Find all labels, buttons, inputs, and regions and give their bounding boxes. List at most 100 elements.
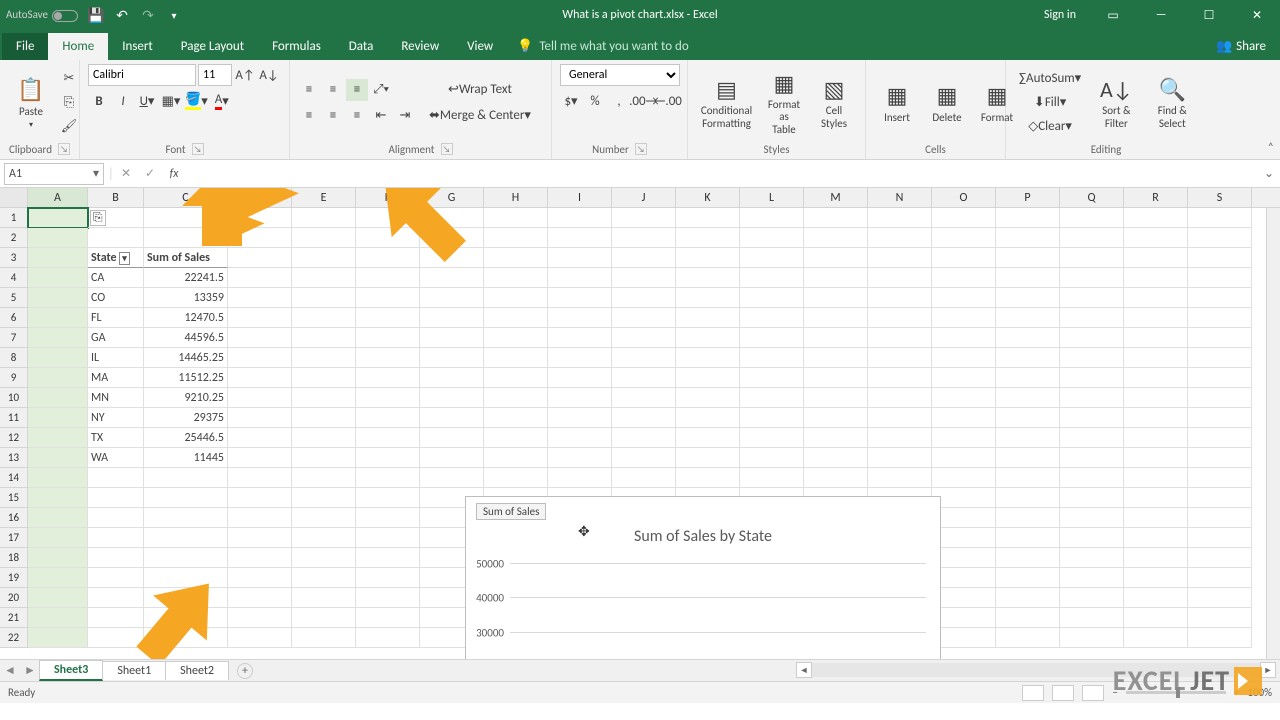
cell[interactable]: 29375 — [144, 408, 228, 428]
cell[interactable] — [740, 288, 804, 308]
cell[interactable] — [932, 488, 996, 508]
vertical-scrollbar[interactable] — [1266, 208, 1280, 659]
font-size-input[interactable] — [198, 64, 232, 86]
number-format-select[interactable]: General — [560, 64, 680, 86]
cell[interactable] — [420, 328, 484, 348]
cell[interactable] — [676, 328, 740, 348]
cell[interactable] — [484, 348, 548, 368]
cell[interactable] — [292, 408, 356, 428]
sheet-tab-sheet1[interactable]: Sheet1 — [102, 661, 166, 680]
cell[interactable] — [932, 628, 996, 648]
cell[interactable] — [88, 508, 144, 528]
cell[interactable] — [28, 508, 88, 528]
fill-button[interactable]: ⬇ Fill ▾ — [1014, 92, 1086, 114]
tab-formulas[interactable]: Formulas — [258, 33, 335, 60]
cell[interactable]: MN — [88, 388, 144, 408]
cell[interactable] — [740, 368, 804, 388]
cell[interactable] — [144, 608, 228, 628]
cell[interactable]: 11445 — [144, 448, 228, 468]
cell[interactable] — [1124, 228, 1188, 248]
copy-icon[interactable]: ⎘ — [58, 92, 80, 114]
cell[interactable] — [228, 348, 292, 368]
cell[interactable] — [228, 388, 292, 408]
expand-formula-bar-icon[interactable]: ⌄ — [1258, 166, 1280, 181]
align-center-icon[interactable]: ≡ — [322, 105, 344, 127]
cell[interactable] — [1124, 488, 1188, 508]
cell[interactable] — [676, 268, 740, 288]
cell[interactable] — [804, 288, 868, 308]
minimize-icon[interactable]: — — [1138, 0, 1184, 30]
cell[interactable] — [144, 628, 228, 648]
tab-insert[interactable]: Insert — [108, 33, 167, 60]
cell[interactable] — [1060, 248, 1124, 268]
cell[interactable] — [676, 228, 740, 248]
cell[interactable] — [228, 268, 292, 288]
cell[interactable] — [804, 208, 868, 228]
increase-decimal-icon[interactable]: .00→ — [632, 90, 655, 112]
format-as-table-button[interactable]: ▦Format as Table — [761, 67, 807, 137]
cell[interactable] — [676, 208, 740, 228]
cell[interactable] — [676, 468, 740, 488]
ribbon-options-icon[interactable]: ▭ — [1090, 0, 1136, 30]
cell[interactable] — [868, 368, 932, 388]
cell[interactable] — [740, 388, 804, 408]
cell[interactable]: TX — [88, 428, 144, 448]
cell[interactable] — [1124, 328, 1188, 348]
cell[interactable] — [1060, 428, 1124, 448]
cell[interactable] — [932, 288, 996, 308]
cell[interactable] — [1124, 348, 1188, 368]
cell[interactable] — [1124, 628, 1188, 648]
cell[interactable] — [1060, 468, 1124, 488]
align-bottom-icon[interactable]: ≡ — [346, 79, 368, 101]
cell[interactable] — [356, 468, 420, 488]
delete-cells-button[interactable]: ▦Delete — [924, 79, 970, 126]
cell[interactable] — [1060, 408, 1124, 428]
cell[interactable] — [612, 448, 676, 468]
cell[interactable] — [548, 268, 612, 288]
cell[interactable] — [292, 368, 356, 388]
maximize-icon[interactable]: ☐ — [1186, 0, 1232, 30]
cell[interactable] — [88, 548, 144, 568]
cell[interactable] — [740, 328, 804, 348]
cell[interactable] — [228, 248, 292, 268]
cell[interactable] — [932, 448, 996, 468]
cell[interactable] — [1188, 448, 1252, 468]
cell[interactable] — [804, 328, 868, 348]
cell[interactable] — [356, 448, 420, 468]
fx-icon[interactable]: fx — [162, 167, 186, 181]
col-header-G[interactable]: G — [420, 188, 484, 207]
page-break-view-icon[interactable] — [1082, 685, 1104, 701]
cell[interactable] — [1060, 508, 1124, 528]
new-sheet-button[interactable]: + — [237, 663, 253, 679]
cell[interactable] — [676, 428, 740, 448]
cell[interactable] — [228, 408, 292, 428]
col-header-M[interactable]: M — [804, 188, 868, 207]
cell[interactable] — [868, 248, 932, 268]
cell[interactable] — [292, 568, 356, 588]
cell[interactable] — [28, 408, 88, 428]
cell[interactable] — [292, 288, 356, 308]
cell[interactable] — [88, 468, 144, 488]
sort-filter-button[interactable]: A↓Sort & Filter — [1092, 73, 1140, 131]
cell[interactable] — [1188, 228, 1252, 248]
cell[interactable] — [612, 468, 676, 488]
smart-tag-icon[interactable]: ⎘ — [90, 210, 106, 226]
cell[interactable] — [88, 588, 144, 608]
cell[interactable] — [804, 228, 868, 248]
cell[interactable] — [996, 628, 1060, 648]
cell[interactable] — [1188, 268, 1252, 288]
cell[interactable] — [996, 548, 1060, 568]
row-header[interactable]: 4 — [0, 268, 28, 288]
undo-icon[interactable]: ↶ — [110, 3, 134, 27]
cell[interactable] — [28, 608, 88, 628]
cell[interactable] — [548, 388, 612, 408]
clear-button[interactable]: ◇ Clear ▾ — [1014, 116, 1086, 138]
cell[interactable] — [356, 248, 420, 268]
cell[interactable] — [676, 288, 740, 308]
cell[interactable] — [28, 348, 88, 368]
cell[interactable] — [996, 248, 1060, 268]
row-header[interactable]: 19 — [0, 568, 28, 588]
cell[interactable] — [420, 228, 484, 248]
cell[interactable] — [1188, 288, 1252, 308]
cell[interactable] — [1060, 628, 1124, 648]
